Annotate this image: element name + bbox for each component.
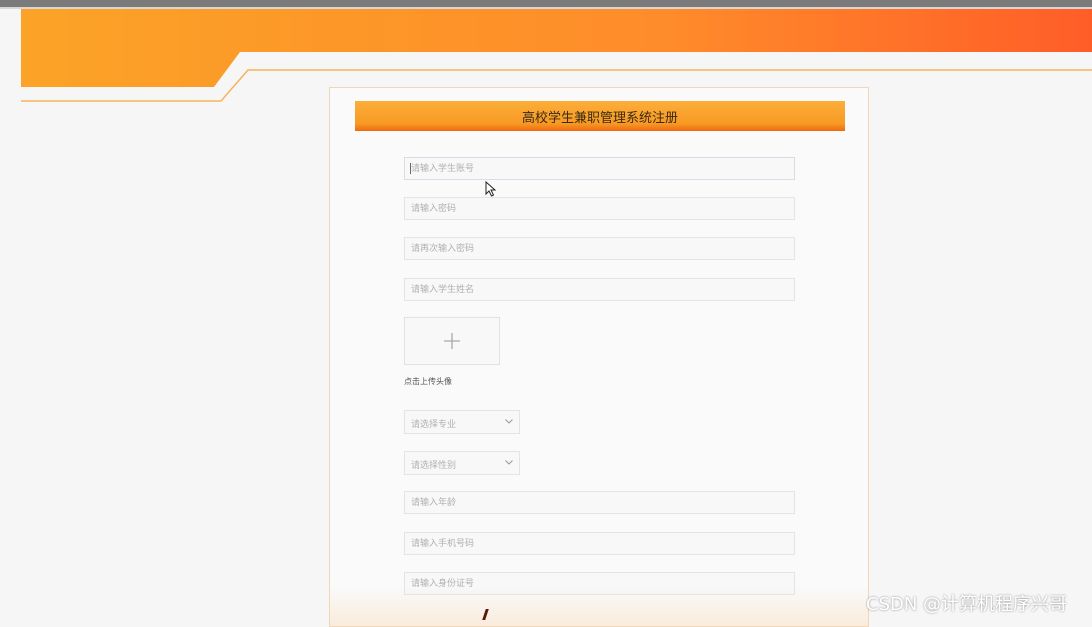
major-select-placeholder: 请选择专业 [411, 420, 457, 430]
chevron-down-icon [505, 460, 513, 465]
page-title: 高校学生兼职管理系统注册 [521, 110, 678, 126]
chevron-down-icon [505, 419, 513, 424]
password-input[interactable] [404, 197, 795, 220]
phone-input[interactable] [404, 532, 795, 555]
student-name-input[interactable] [404, 278, 795, 301]
student-account-input[interactable] [404, 157, 795, 180]
confirm-password-input[interactable] [404, 237, 795, 260]
age-input[interactable] [404, 491, 795, 514]
avatar-upload-button[interactable] [404, 317, 500, 365]
window-top-border [0, 0, 1092, 7]
csdn-watermark: CSDN @计算机程序兴哥 [866, 594, 1068, 615]
gender-select[interactable]: 请选择性别 [404, 451, 520, 475]
avatar-upload-label: 点击上传头像 [404, 377, 452, 386]
mouse-cursor-icon [485, 181, 497, 197]
register-card: 高校学生兼职管理系统注册 点击上传头像 请选择专业 请选择性别 [329, 87, 869, 627]
major-select[interactable]: 请选择专业 [404, 410, 520, 434]
register-title-bar: 高校学生兼职管理系统注册 [355, 101, 845, 131]
plus-icon [444, 333, 460, 349]
card-bottom-glow [330, 586, 868, 626]
text-caret [410, 163, 411, 174]
gender-select-placeholder: 请选择性别 [411, 461, 457, 471]
